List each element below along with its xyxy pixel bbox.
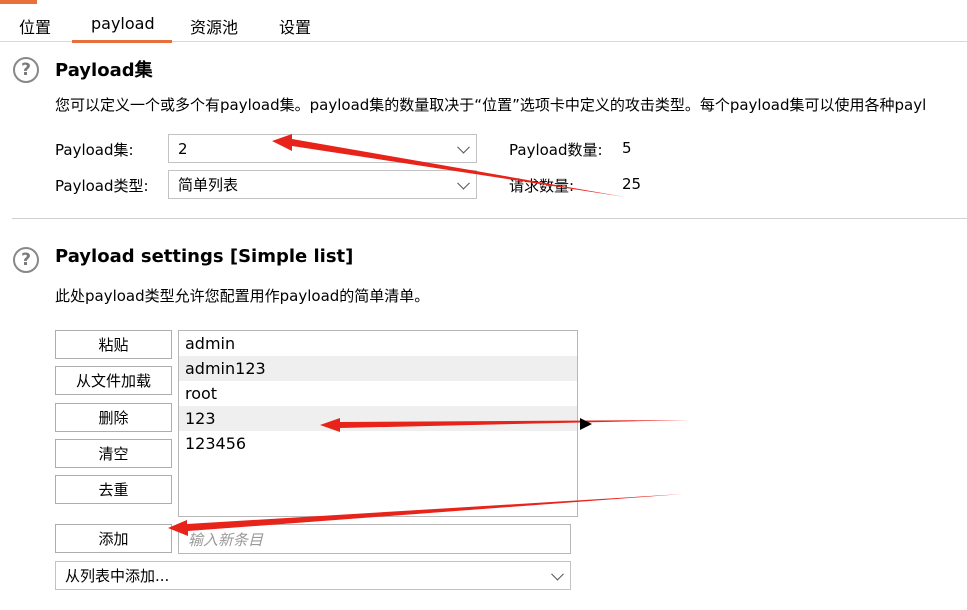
active-tab-indicator: [72, 40, 172, 43]
chevron-down-icon: [457, 140, 470, 154]
add-from-list-select[interactable]: 从列表中添加...: [55, 561, 571, 590]
tab-positions[interactable]: 位置: [19, 14, 51, 38]
deduplicate-button[interactable]: 去重: [55, 475, 172, 504]
list-item[interactable]: root: [179, 381, 577, 406]
payload-set-label: Payload集:: [55, 141, 134, 159]
request-count-value: 25: [622, 175, 642, 193]
list-item[interactable]: admin: [179, 331, 577, 356]
tab-bar: 位置 payload 资源池 设置: [0, 4, 967, 43]
payload-settings-title: Payload settings [Simple list]: [55, 246, 354, 267]
remove-button[interactable]: 删除: [55, 403, 172, 432]
payload-count-label: Payload数量:: [509, 141, 603, 159]
payload-set-select[interactable]: 2: [168, 134, 477, 163]
payload-count-value: 5: [622, 139, 632, 157]
tab-resource-pool[interactable]: 资源池: [190, 14, 238, 38]
clear-button[interactable]: 清空: [55, 439, 172, 468]
list-item[interactable]: 123: [179, 406, 577, 431]
tab-payloads[interactable]: payload: [91, 14, 155, 33]
payload-type-select[interactable]: 简单列表: [168, 170, 477, 199]
payload-type-value: 简单列表: [178, 176, 239, 194]
new-item-input[interactable]: 输入新条目: [178, 524, 571, 554]
tab-settings[interactable]: 设置: [279, 14, 311, 38]
chevron-down-icon: [551, 567, 564, 581]
payload-type-label: Payload类型:: [55, 177, 149, 195]
list-item[interactable]: 123456: [179, 431, 577, 456]
add-button[interactable]: 添加: [55, 524, 172, 553]
list-item[interactable]: admin123: [179, 356, 577, 381]
add-from-list-value: 从列表中添加...: [65, 567, 170, 585]
payload-set-value: 2: [178, 139, 188, 158]
help-icon[interactable]: ?: [13, 57, 39, 83]
request-count-label: 请求数量:: [509, 177, 575, 195]
help-icon[interactable]: ?: [13, 247, 39, 273]
chevron-down-icon: [457, 176, 470, 190]
section-divider: [12, 218, 967, 219]
cursor-icon: [580, 418, 592, 430]
payload-settings-description: 此处payload类型允许您配置用作payload的简单清单。: [55, 287, 430, 305]
payload-sets-title: Payload集: [55, 60, 153, 81]
paste-button[interactable]: 粘贴: [55, 330, 172, 359]
payload-list[interactable]: admin admin123 root 123 123456: [178, 330, 578, 517]
payload-sets-description: 您可以定义一个或多个有payload集。payload集的数量取决于“位置”选项…: [55, 96, 927, 114]
load-from-file-button[interactable]: 从文件加载: [55, 366, 172, 395]
